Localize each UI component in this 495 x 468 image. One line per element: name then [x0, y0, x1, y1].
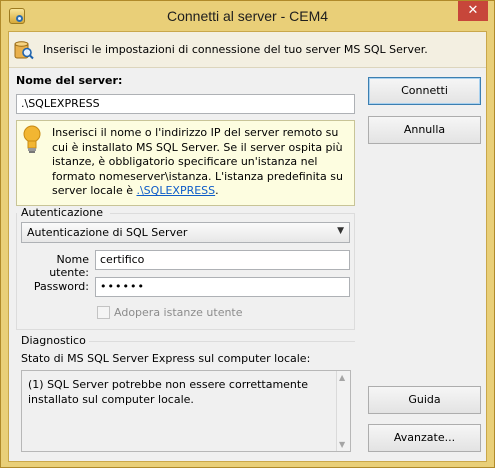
server-name-label: Nome del server: [16, 74, 123, 87]
username-input[interactable]: certifico [95, 250, 350, 270]
auth-mode-select[interactable]: Autenticazione di SQL Server ▼ [21, 222, 350, 243]
header-banner: Inserisci le impostazioni di connessione… [9, 32, 486, 68]
scroll-up-icon[interactable]: ▲ [339, 373, 345, 382]
dialog-window: Connetti al server - CEM4 ✕ Inserisci le… [0, 0, 495, 468]
diagnostics-status-label: Stato di MS SQL Server Express sul compu… [21, 352, 311, 365]
close-button[interactable]: ✕ [458, 1, 488, 21]
diagnostics-group-title: Diagnostico [21, 334, 86, 347]
username-label: Nome utente: [49, 253, 89, 279]
diagnostics-group-line [89, 341, 355, 342]
header-text: Inserisci le impostazioni di connessione… [43, 43, 428, 56]
password-input[interactable]: •••••• [95, 277, 350, 297]
default-instance-link[interactable]: .\SQLEXPRESS [136, 184, 215, 197]
cancel-button[interactable]: Annulla [368, 116, 481, 144]
chevron-down-icon: ▼ [337, 226, 344, 236]
hint-end: . [215, 184, 219, 198]
diagnostics-message: (1) SQL Server potrebbe non essere corre… [28, 378, 308, 406]
window-title: Connetti al server - CEM4 [166, 8, 329, 24]
lightbulb-icon [23, 125, 41, 153]
connect-button[interactable]: Connetti [368, 77, 481, 105]
scroll-down-icon[interactable]: ▼ [339, 440, 345, 449]
auth-mode-value: Autenticazione di SQL Server [27, 226, 188, 239]
user-instances-checkbox[interactable] [97, 306, 110, 319]
diagnostics-scrollbar[interactable]: ▲ ▼ [336, 371, 350, 451]
diagnostics-message-box: (1) SQL Server potrebbe non essere corre… [21, 370, 351, 452]
server-hint-text: Inserisci il nome o l'indirizzo IP del s… [52, 126, 348, 199]
title-bar[interactable]: Connetti al server - CEM4 ✕ [1, 1, 494, 31]
password-label: Password: [33, 280, 89, 293]
user-instances-label: Adopera istanze utente [114, 306, 243, 319]
advanced-button[interactable]: Avanzate... [368, 424, 481, 452]
server-hint-box: Inserisci il nome o l'indirizzo IP del s… [16, 120, 355, 206]
dialog-client: Inserisci le impostazioni di connessione… [8, 31, 487, 462]
database-search-icon [14, 41, 34, 60]
server-name-input[interactable]: .\SQLEXPRESS [16, 94, 355, 114]
help-button[interactable]: Guida [368, 386, 481, 414]
